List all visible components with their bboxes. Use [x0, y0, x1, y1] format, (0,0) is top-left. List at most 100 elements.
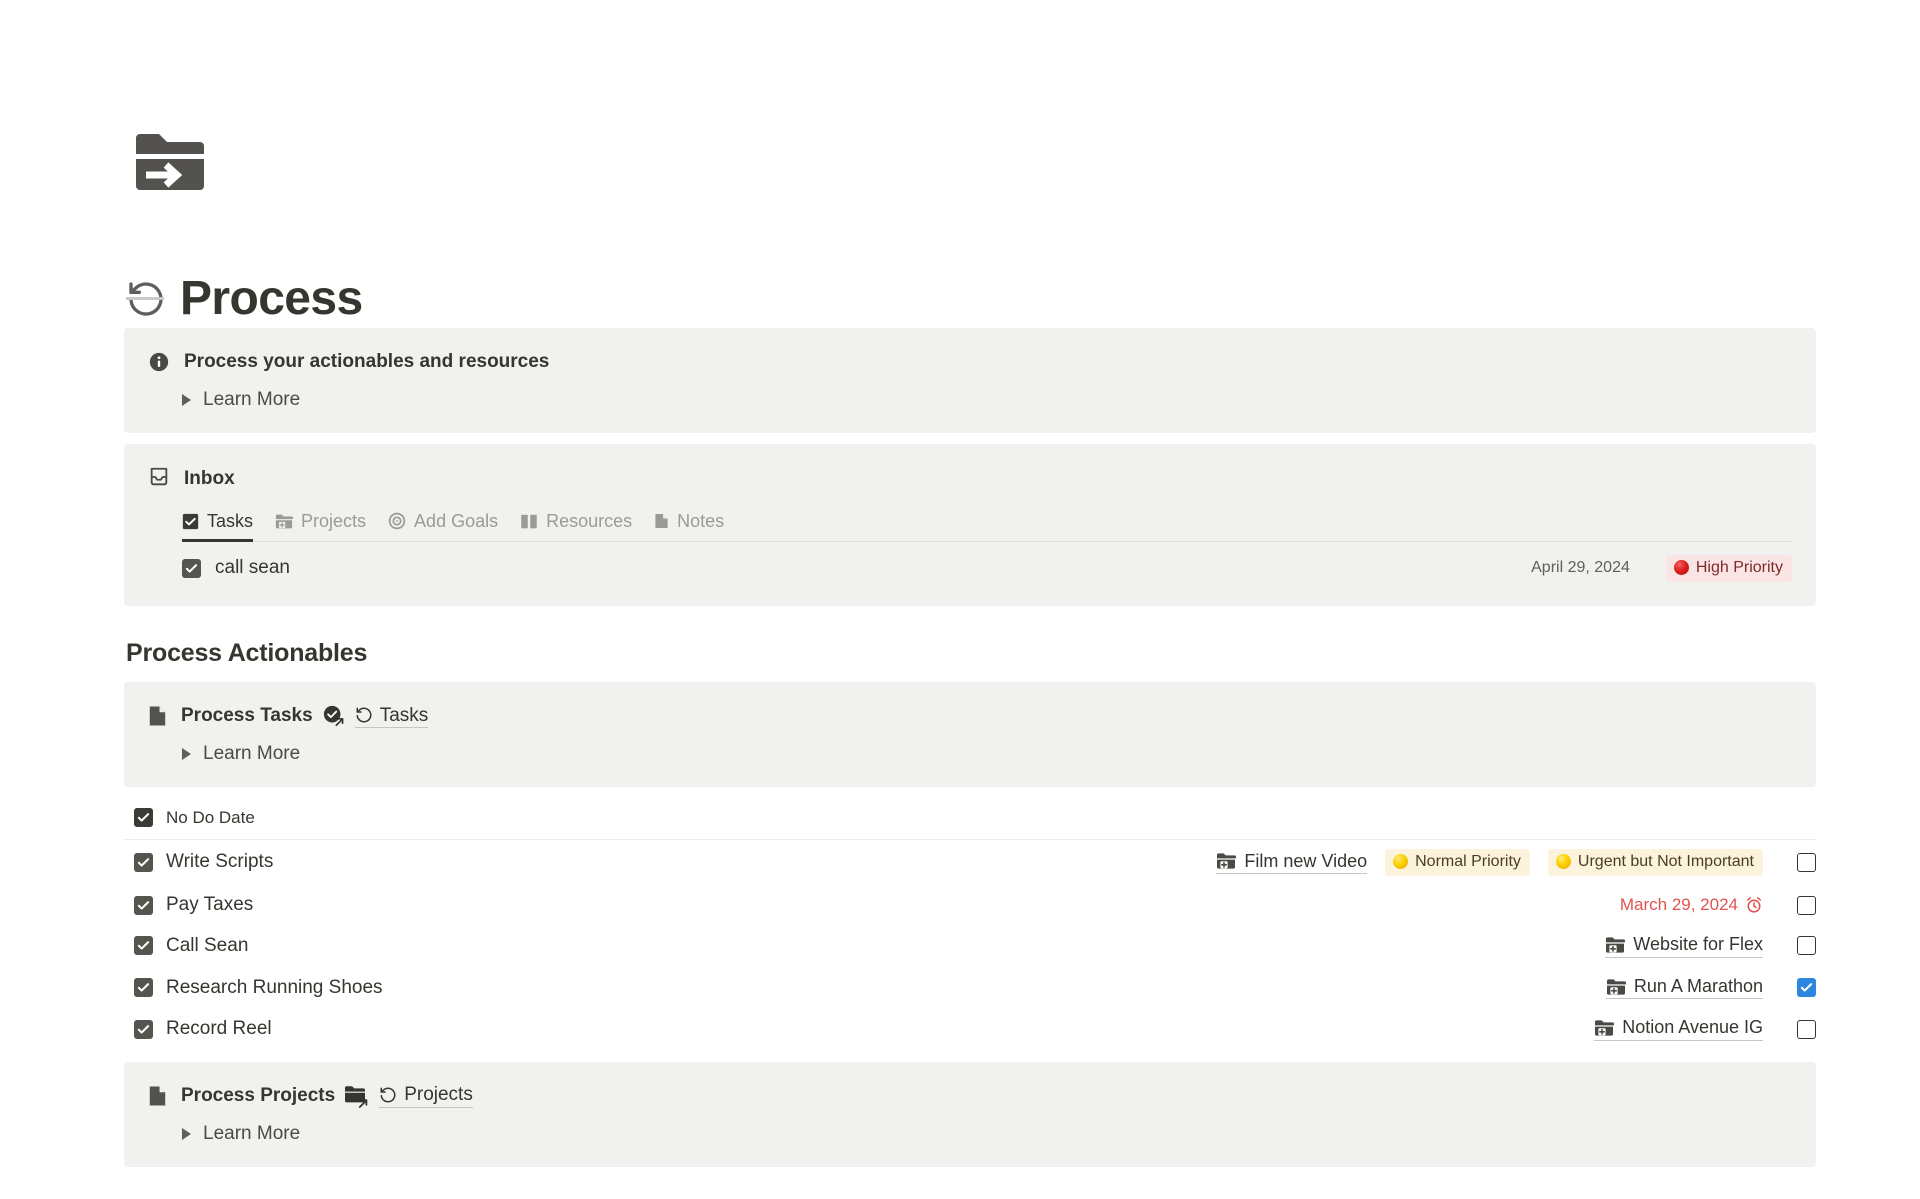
task-title: Call Sean	[166, 934, 249, 956]
process-tasks-callout: Process Tasks Tasks Learn More	[124, 682, 1816, 787]
chevron-right-icon	[182, 393, 191, 406]
process-tasks-db-link[interactable]: Tasks	[354, 704, 429, 729]
task-end-checkbox[interactable]	[1797, 895, 1816, 915]
tab-resources[interactable]: Resources	[520, 511, 632, 541]
tab-tasks-label: Tasks	[207, 510, 254, 531]
task-relation-link[interactable]: Film new Video	[1216, 850, 1368, 875]
inbox-head: Inbox	[148, 466, 1792, 493]
yellow-circle-icon	[1555, 854, 1571, 870]
tab-add-goals-label: Add Goals	[414, 510, 499, 531]
task-checkbox[interactable]	[134, 936, 153, 956]
note-page-icon	[654, 512, 669, 530]
process-tasks-head: Process Tasks Tasks	[148, 704, 1792, 729]
page-icon-folder-import[interactable]	[134, 132, 206, 198]
process-tasks-learn-more-toggle[interactable]: Learn More	[148, 743, 1792, 765]
intro-callout: Process your actionables and resources L…	[124, 328, 1816, 433]
page-icon	[148, 1085, 167, 1107]
intro-learn-more-toggle[interactable]: Learn More	[148, 389, 1792, 411]
table-row[interactable]: Call Sean Website for Flex	[124, 925, 1816, 967]
task-title: Write Scripts	[166, 851, 274, 873]
history-rotate-icon	[355, 706, 373, 724]
table-row[interactable]: Pay Taxes March 29, 2024	[124, 885, 1816, 925]
task-relation-link[interactable]: Run A Marathon	[1605, 975, 1763, 1000]
task-end-checkbox[interactable]	[1797, 936, 1816, 956]
task-checkbox[interactable]	[134, 852, 153, 872]
folder-plus-icon	[275, 513, 294, 530]
inbox-item-checkbox[interactable]	[182, 558, 201, 578]
tab-resources-label: Resources	[546, 510, 633, 531]
notion-page: Process Process your actionables and res…	[0, 0, 1920, 1199]
inbox-item-title: call sean	[215, 557, 290, 579]
alarm-clock-icon	[1745, 896, 1763, 914]
page-content: Process your actionables and resources L…	[124, 328, 1816, 1178]
task-end-checkbox[interactable]	[1797, 852, 1816, 872]
check-circle-arrow-icon	[322, 704, 346, 728]
task-group-label: No Do Date	[166, 807, 255, 827]
table-row[interactable]: Record Reel Notion Avenue IG	[124, 1008, 1816, 1050]
info-circle-icon	[148, 351, 170, 373]
task-row-right: March 29, 2024	[1620, 895, 1816, 915]
inbox-callout: Inbox Tasks Projects Add Goals Resources…	[124, 443, 1816, 607]
task-relation-link[interactable]: Notion Avenue IG	[1594, 1017, 1763, 1041]
status-badge-label: High Priority	[1695, 558, 1783, 576]
page-title: Process	[180, 272, 363, 326]
folder-plus-icon	[1606, 978, 1626, 996]
process-projects-db-link[interactable]: Projects	[379, 1084, 473, 1109]
process-tasks-title-group: Process Tasks Tasks	[181, 704, 429, 729]
tab-notes-label: Notes	[677, 510, 725, 531]
tab-projects[interactable]: Projects	[275, 511, 366, 541]
process-tasks-title: Process Tasks	[181, 705, 313, 727]
table-row[interactable]: Write Scripts Film new Video Normal Prio…	[124, 840, 1816, 885]
task-badges: Normal Priority Urgent but Not Important	[1385, 848, 1763, 877]
task-checkbox[interactable]	[134, 1019, 153, 1039]
process-projects-learn-more-label: Learn More	[203, 1122, 301, 1144]
task-relation-label: Website for Flex	[1633, 934, 1763, 955]
task-checkbox[interactable]	[134, 895, 153, 915]
inbox-item-date: April 29, 2024	[1531, 559, 1630, 577]
inbox-item-row[interactable]: call sean April 29, 2024 High Priority	[182, 542, 1792, 588]
task-end-checkbox[interactable]	[1797, 1019, 1816, 1039]
task-title: Record Reel	[166, 1018, 272, 1040]
eisenhower-badge-label: Urgent but Not Important	[1577, 852, 1754, 870]
tab-notes[interactable]: Notes	[654, 511, 724, 541]
process-tasks-learn-more-label: Learn More	[203, 742, 301, 764]
task-relation-label: Film new Video	[1244, 850, 1368, 871]
folder-plus-icon	[1216, 852, 1237, 870]
task-relation-link[interactable]: Website for Flex	[1605, 934, 1763, 958]
title-underline	[126, 297, 164, 300]
task-relation-label: Run A Marathon	[1633, 975, 1763, 996]
page-icon	[148, 705, 167, 727]
section-heading: Process Actionables	[126, 639, 368, 668]
task-due-date[interactable]: March 29, 2024	[1620, 895, 1763, 915]
status-badge-high-priority: High Priority	[1665, 554, 1792, 583]
table-row[interactable]: Research Running Shoes Run A Marathon	[124, 967, 1816, 1009]
task-checkbox[interactable]	[134, 978, 153, 998]
history-rotate-icon	[379, 1086, 397, 1104]
process-projects-learn-more-toggle[interactable]: Learn More	[148, 1123, 1792, 1145]
tab-tasks[interactable]: Tasks	[182, 510, 254, 542]
process-projects-title: Process Projects	[181, 1084, 336, 1106]
process-projects-db-link-label: Projects	[404, 1084, 473, 1106]
task-relation-label: Notion Avenue IG	[1622, 1017, 1763, 1038]
open-book-icon	[520, 513, 538, 530]
process-projects-title-group: Process Projects Projects	[181, 1084, 473, 1109]
folder-import-icon	[136, 134, 204, 190]
chevron-right-icon	[182, 747, 191, 760]
task-row-right: Film new Video Normal Priority Urgent bu…	[1216, 848, 1816, 877]
inbox-tray-icon	[148, 466, 170, 493]
task-row-right: Website for Flex	[1605, 934, 1816, 958]
red-circle-icon	[1673, 560, 1689, 576]
task-due-date-label: March 29, 2024	[1619, 895, 1738, 915]
task-title: Pay Taxes	[166, 894, 254, 916]
process-tasks-db-link-label: Tasks	[379, 704, 429, 726]
task-title: Research Running Shoes	[166, 976, 383, 998]
intro-learn-more-label: Learn More	[203, 388, 301, 410]
task-end-checkbox[interactable]	[1797, 978, 1816, 998]
folder-arrow-icon	[344, 1084, 370, 1109]
tab-projects-label: Projects	[301, 510, 367, 531]
task-group-header[interactable]: No Do Date	[124, 798, 1816, 840]
task-group-checkbox[interactable]	[134, 808, 153, 828]
intro-callout-title: Process your actionables and resources	[184, 351, 550, 372]
tab-add-goals[interactable]: Add Goals	[388, 511, 498, 541]
task-list: No Do Date Write Scripts Film new Video …	[124, 798, 1816, 1050]
